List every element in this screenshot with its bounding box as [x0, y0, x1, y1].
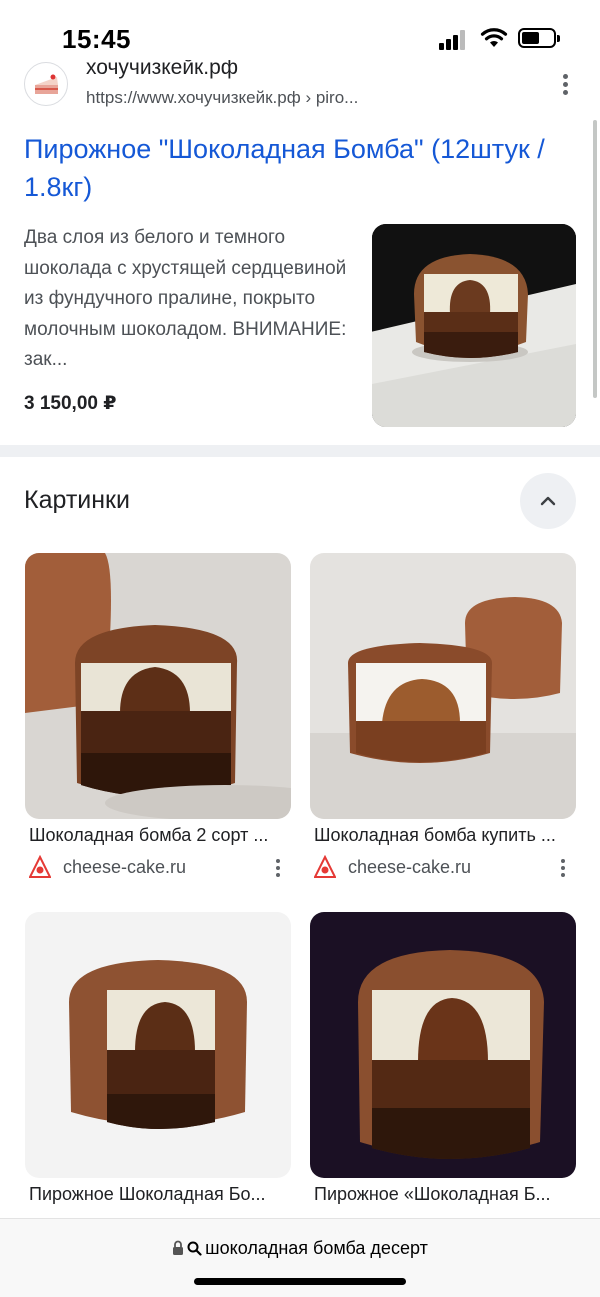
chevron-up-icon: [540, 496, 556, 506]
site-name[interactable]: хочучизкейк.рф: [86, 60, 238, 80]
result-snippet: Два слоя из белого и темного шоколада с …: [24, 227, 347, 370]
image-thumbnail[interactable]: [310, 912, 576, 1178]
image-caption[interactable]: Шоколадная бомба купить ...: [314, 825, 576, 846]
image-caption[interactable]: Пирожное Шоколадная Бо...: [29, 1184, 291, 1205]
image-source-name: cheese-cake.ru: [63, 857, 187, 877]
lock-icon: [173, 1240, 184, 1255]
image-thumbnail[interactable]: [310, 553, 576, 819]
collapse-section-button[interactable]: [520, 473, 576, 529]
search-icon: [187, 1241, 202, 1256]
wifi-icon: [480, 28, 508, 47]
image-caption[interactable]: Шоколадная бомба 2 сорт ...: [29, 825, 291, 846]
site-url[interactable]: https://www.хочучизкейк.рф › piro...: [86, 88, 358, 108]
site-favicon: [24, 62, 68, 106]
source-favicon-icon: [314, 855, 336, 878]
image-thumbnail[interactable]: [25, 912, 291, 1178]
status-time: 15:45: [62, 24, 131, 54]
home-indicator[interactable]: [194, 1278, 406, 1285]
address-text: шоколадная бомба десерт: [205, 1238, 428, 1258]
image-result-card[interactable]: Пирожное Шоколадная Бо...: [25, 912, 291, 1218]
source-favicon-icon: [29, 855, 51, 878]
scrollbar[interactable]: [593, 120, 597, 398]
images-section-title: Картинки: [24, 486, 130, 514]
image-caption[interactable]: Пирожное «Шоколадная Б...: [314, 1184, 576, 1205]
search-result[interactable]: хочучизкейк.рф https://www.хочучизкейк.р…: [0, 60, 600, 445]
image-result-card[interactable]: Пирожное «Шоколадная Б...: [310, 912, 576, 1218]
browser-address-bar[interactable]: шоколадная бомба десерт: [0, 1218, 600, 1297]
more-options-icon[interactable]: [556, 72, 576, 98]
address-field[interactable]: шоколадная бомба десерт: [0, 1238, 600, 1259]
image-thumbnail[interactable]: [25, 553, 291, 819]
result-title-link[interactable]: Пирожное "Шоколадная Бомба" (12штук / 1.…: [24, 130, 564, 206]
image-source-row[interactable]: cheese-cake.ru: [314, 855, 576, 881]
more-options-icon[interactable]: [269, 856, 289, 880]
image-result-card[interactable]: Шоколадная бомба купить ... cheese-cake.…: [310, 553, 576, 883]
section-divider: [0, 445, 600, 457]
battery-icon: [518, 28, 560, 48]
image-result-card[interactable]: Шоколадная бомба 2 сорт ... cheese-cake.…: [25, 553, 291, 883]
result-price: 3 150,00 ₽: [24, 393, 117, 414]
image-source-name: cheese-cake.ru: [348, 857, 472, 877]
result-thumbnail-image[interactable]: [372, 224, 576, 427]
cellular-signal-icon: [439, 30, 467, 50]
image-source-row[interactable]: cheese-cake.ru: [29, 855, 291, 881]
more-options-icon[interactable]: [554, 856, 574, 880]
